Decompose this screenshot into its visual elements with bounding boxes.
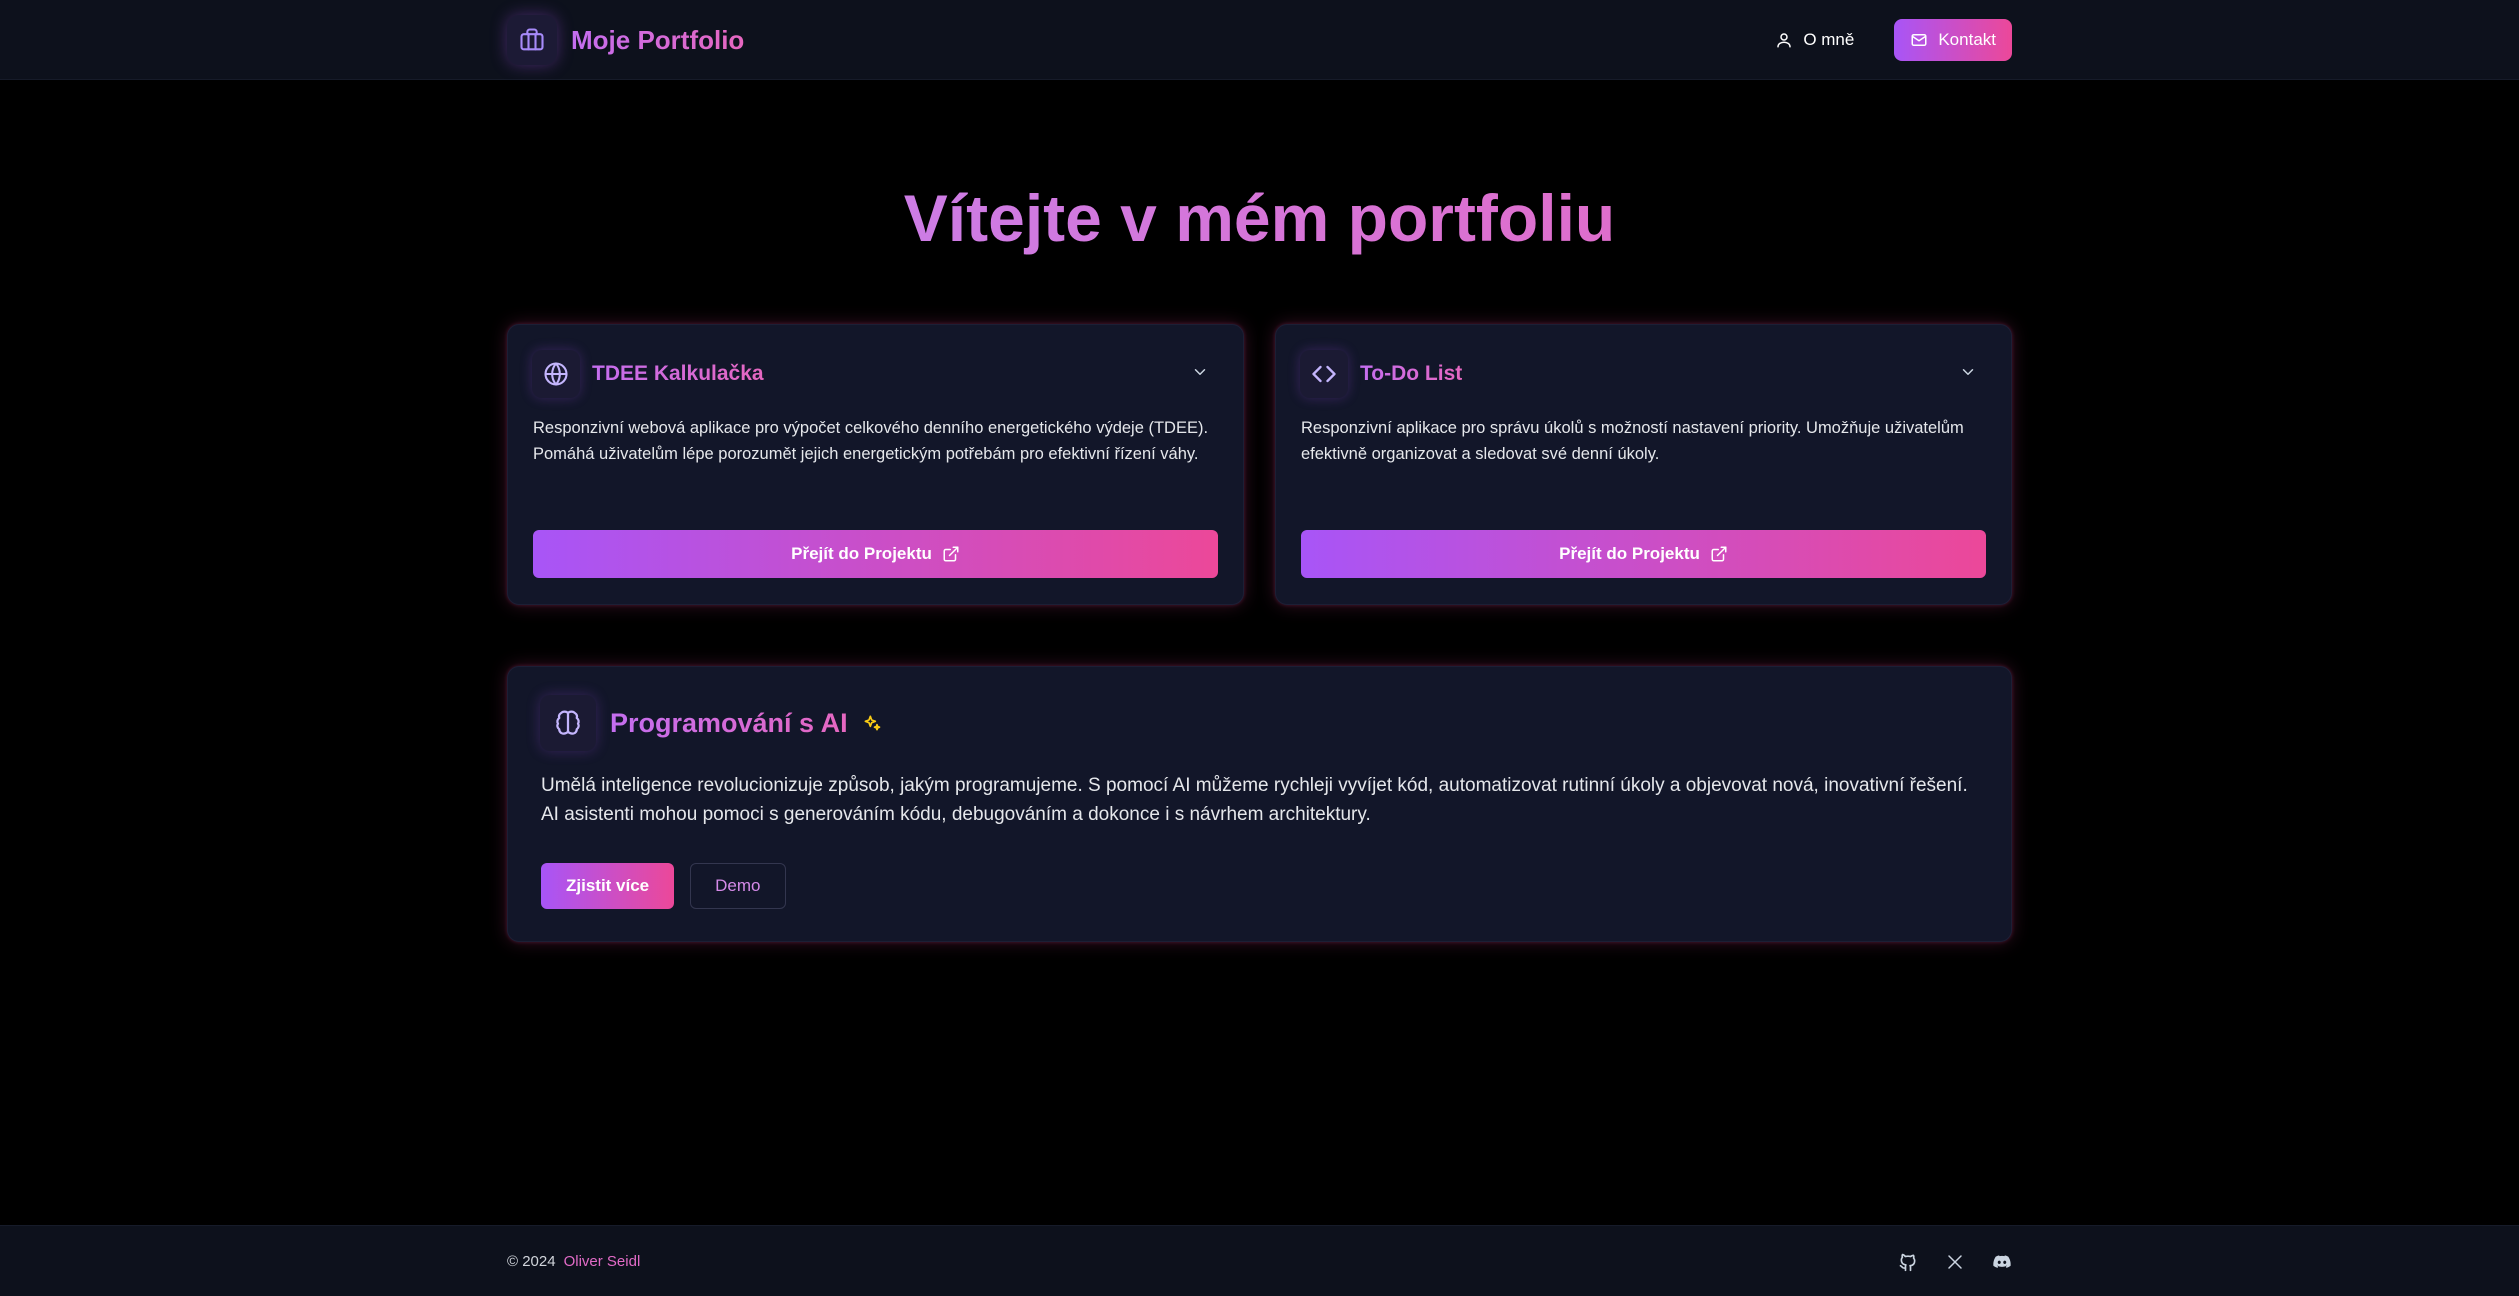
learn-more-button[interactable]: Zjistit více [541, 863, 675, 909]
hero-title: Vítejte v mém portfoliu [0, 180, 2519, 256]
open-project-button[interactable]: Přejít do Projektu [533, 530, 1218, 578]
brain-icon [540, 695, 596, 751]
footer-inner: © 2024 Oliver Seidl [507, 1226, 2012, 1296]
open-project-button[interactable]: Přejít do Projektu [1301, 530, 1986, 578]
x-icon[interactable] [1946, 1253, 1964, 1271]
card-header: To-Do List [1300, 349, 1987, 399]
social-links [1898, 1252, 2012, 1272]
mail-icon [1910, 31, 1928, 49]
button-label: Přejít do Projektu [1559, 544, 1700, 563]
globe-icon [532, 350, 580, 398]
copyright: © 2024 Oliver Seidl [507, 1253, 640, 1270]
ai-section-card: Programování s AI Umělá inteligence revo… [507, 666, 2012, 942]
chevron-down-icon[interactable] [1959, 363, 1977, 386]
code-icon [1300, 350, 1348, 398]
project-card-tdee: TDEE Kalkulačka Responzivní webová aplik… [507, 324, 1244, 605]
ai-title: Programování s AI [610, 707, 848, 738]
contact-label: Kontakt [1938, 30, 1996, 49]
card-description: Responzivní webová aplikace pro výpočet … [533, 419, 1209, 463]
ai-buttons: Zjistit více Demo [541, 863, 786, 909]
about-link[interactable]: O mně [1775, 30, 1854, 50]
project-card-todo: To-Do List Responzivní aplikace pro sprá… [1275, 324, 2012, 605]
demo-button[interactable]: Demo [690, 863, 786, 909]
about-label: O mně [1803, 30, 1855, 49]
user-icon [1775, 31, 1793, 49]
card-description: Responzivní aplikace pro správu úkolů s … [1301, 419, 1964, 463]
external-link-icon [942, 545, 960, 563]
discord-icon[interactable] [1992, 1252, 2012, 1272]
card-header: TDEE Kalkulačka [532, 349, 1219, 399]
brand[interactable]: Moje Portfolio [507, 15, 744, 65]
github-icon[interactable] [1898, 1252, 1918, 1272]
author-link[interactable]: Oliver Seidl [564, 1253, 641, 1270]
navbar-inner: Moje Portfolio O mně Kontakt [507, 0, 2012, 80]
external-link-icon [1710, 545, 1728, 563]
button-label: Přejít do Projektu [791, 544, 932, 563]
nav-actions: O mně Kontakt [1775, 19, 2012, 61]
card-title: TDEE Kalkulačka [592, 362, 764, 385]
navbar: Moje Portfolio O mně Kontakt [0, 0, 2519, 80]
ai-header: Programování s AI [540, 695, 882, 751]
chevron-down-icon[interactable] [1191, 363, 1209, 386]
copyright-year: © 2024 [507, 1253, 556, 1270]
briefcase-icon [507, 15, 557, 65]
contact-button[interactable]: Kontakt [1894, 19, 2012, 61]
brand-title: Moje Portfolio [571, 24, 745, 55]
card-title: To-Do List [1360, 362, 1463, 385]
sparkles-icon [862, 713, 882, 733]
footer: © 2024 Oliver Seidl [0, 1225, 2519, 1296]
ai-description: Umělá inteligence revolucionizuje způsob… [541, 775, 1968, 825]
